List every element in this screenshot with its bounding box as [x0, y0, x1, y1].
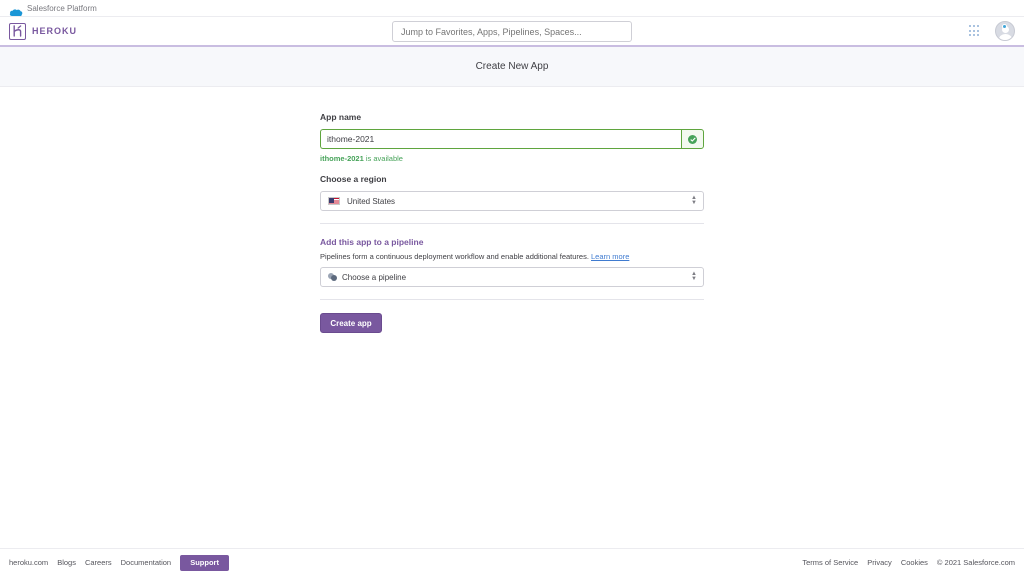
page-title-bar: Create New App — [0, 47, 1024, 87]
learn-more-link[interactable]: Learn more — [591, 252, 629, 261]
availability-suffix: is available — [365, 154, 403, 163]
footer-link-heroku[interactable]: heroku.com — [9, 558, 48, 567]
salesforce-cloud-icon — [9, 4, 23, 16]
header-actions — [969, 21, 1015, 41]
pipeline-description: Pipelines form a continuous deployment w… — [320, 252, 704, 261]
pipeline-description-text: Pipelines form a continuous deployment w… — [320, 252, 589, 261]
footer-link-careers[interactable]: Careers — [85, 558, 112, 567]
support-button[interactable]: Support — [180, 554, 230, 571]
salesforce-platform-label: Salesforce Platform — [27, 3, 97, 13]
footer-right-links: Terms of Service Privacy Cookies © 2021 … — [793, 558, 1015, 567]
footer-link-documentation[interactable]: Documentation — [121, 558, 171, 567]
app-name-row — [320, 129, 704, 149]
region-value: United States — [347, 196, 396, 206]
create-app-button[interactable]: Create app — [320, 313, 382, 333]
pipeline-select[interactable]: Choose a pipeline ▲ ▼ — [320, 267, 704, 287]
footer-copyright: © 2021 Salesforce.com — [936, 558, 1015, 567]
select-caret-icon: ▲ ▼ — [691, 271, 697, 282]
jump-to-search-input[interactable] — [392, 21, 632, 42]
footer-left-links: heroku.com Blogs Careers Documentation S… — [9, 554, 230, 571]
footer: heroku.com Blogs Careers Documentation S… — [0, 548, 1024, 576]
region-select[interactable]: United States ▲ ▼ — [320, 191, 704, 211]
heroku-wordmark: HEROKU — [32, 26, 78, 36]
create-app-form: App name ithome-2021 is available Choose… — [320, 112, 704, 333]
footer-link-blogs[interactable]: Blogs — [57, 558, 76, 567]
check-circle-icon — [688, 134, 697, 144]
page-title: Create New App — [475, 61, 549, 72]
footer-link-terms[interactable]: Terms of Service — [802, 558, 858, 567]
footer-link-privacy[interactable]: Privacy — [867, 558, 892, 567]
availability-message: ithome-2021 is available — [320, 154, 704, 164]
pipeline-label: Add this app to a pipeline — [320, 237, 424, 247]
app-name-label: App name — [320, 112, 362, 122]
us-flag-icon — [328, 197, 340, 205]
salesforce-platform-bar: Salesforce Platform — [0, 0, 1024, 17]
divider — [320, 299, 704, 300]
pipeline-icon — [328, 273, 337, 281]
app-name-input[interactable] — [320, 129, 681, 149]
select-caret-icon: ▲ ▼ — [691, 195, 697, 206]
heroku-logo-icon — [9, 22, 26, 40]
availability-app-name: ithome-2021 — [320, 154, 364, 163]
divider — [320, 223, 704, 224]
region-label: Choose a region — [320, 174, 387, 184]
app-name-valid-indicator — [681, 129, 704, 149]
footer-link-cookies[interactable]: Cookies — [901, 558, 928, 567]
apps-grid-icon[interactable] — [969, 25, 981, 37]
heroku-logo-link[interactable]: HEROKU — [9, 22, 78, 40]
app-header: HEROKU — [0, 17, 1024, 47]
notification-dot — [1002, 24, 1007, 29]
pipeline-placeholder: Choose a pipeline — [342, 272, 407, 282]
